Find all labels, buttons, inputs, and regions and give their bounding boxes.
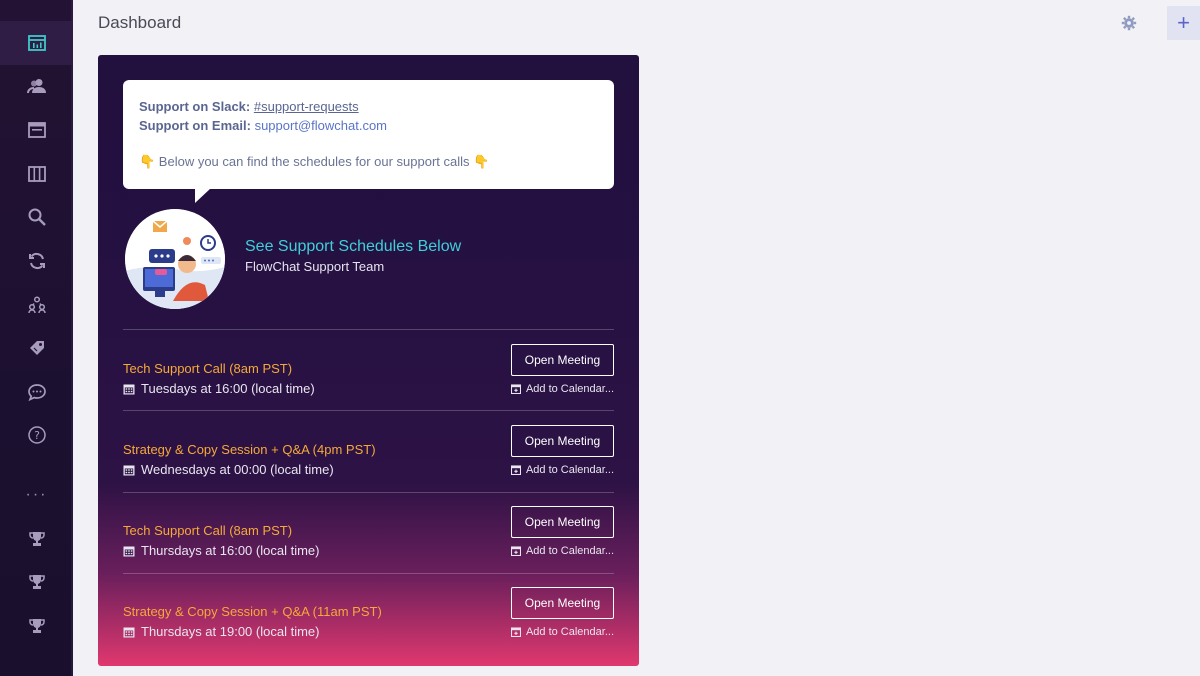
help-icon: ? — [27, 426, 46, 444]
trophy-icon — [28, 575, 45, 589]
session-row: Strategy & Copy Session + Q&A (4pm PST) … — [123, 425, 614, 506]
calendar-icon — [123, 546, 135, 556]
support-info-bubble: Support on Slack: #support-requests Supp… — [123, 80, 614, 203]
sidebar-item-network[interactable] — [0, 283, 73, 327]
slack-channel-link[interactable]: #support-requests — [254, 99, 359, 114]
sidebar: ? ··· — [0, 0, 73, 676]
sidebar-item-messages[interactable] — [0, 370, 73, 414]
schedule-note: 👇 Below you can find the schedules for o… — [139, 154, 490, 169]
email-line: Support on Email: support@flowchat.com — [139, 116, 598, 135]
session-time: Thursdays at 16:00 (local time) — [123, 543, 319, 558]
browser-window-icon — [27, 122, 46, 138]
session-title: Strategy & Copy Session + Q&A (11am PST) — [123, 604, 382, 619]
calendar-plus-icon — [510, 546, 521, 556]
open-meeting-button[interactable]: Open Meeting — [511, 506, 614, 538]
session-time-text: Thursdays at 16:00 (local time) — [141, 543, 320, 558]
sidebar-item-trophy-3[interactable] — [0, 604, 73, 648]
open-meeting-button[interactable]: Open Meeting — [511, 587, 614, 619]
page-title: Dashboard — [98, 13, 182, 32]
support-email-link[interactable]: support@flowchat.com — [255, 118, 387, 133]
session-title: Strategy & Copy Session + Q&A (4pm PST) — [123, 442, 376, 457]
plus-icon: + — [1177, 10, 1190, 35]
sidebar-item-help[interactable]: ? — [0, 413, 73, 457]
session-row: Strategy & Copy Session + Q&A (11am PST)… — [123, 587, 614, 666]
add-to-calendar-link[interactable]: Add to Calendar... — [510, 383, 614, 395]
calendar-plus-icon — [510, 627, 521, 637]
divider — [123, 573, 614, 574]
sidebar-item-boards[interactable] — [0, 152, 73, 196]
sidebar-item-trophy-1[interactable] — [0, 517, 73, 561]
session-time: Tuesdays at 16:00 (local time) — [123, 381, 315, 396]
team-title: See Support Schedules Below — [245, 238, 462, 255]
add-to-calendar-label: Add to Calendar... — [525, 626, 614, 638]
calendar-icon — [123, 384, 135, 394]
support-card: Support on Slack: #support-requests Supp… — [98, 55, 639, 666]
calendar-plus-icon — [510, 465, 521, 475]
tag-icon — [29, 341, 44, 355]
add-to-calendar-link[interactable]: Add to Calendar... — [510, 626, 614, 638]
svg-text:?: ? — [34, 429, 40, 442]
open-meeting-button[interactable]: Open Meeting — [511, 344, 614, 376]
users-icon — [26, 79, 46, 94]
email-label: Support on Email: — [139, 118, 251, 133]
sidebar-item-search[interactable] — [0, 195, 73, 239]
sidebar-item-pages[interactable] — [0, 108, 73, 152]
support-agent-illustration — [125, 209, 225, 309]
settings-button[interactable] — [1119, 13, 1139, 33]
sidebar-more[interactable]: ··· — [0, 486, 73, 504]
add-to-calendar-label: Add to Calendar... — [525, 464, 614, 476]
calendar-icon — [123, 627, 135, 637]
session-row: Tech Support Call (8am PST) Thursdays at… — [123, 506, 614, 587]
session-time: Wednesdays at 00:00 (local time) — [123, 462, 334, 477]
sidebar-item-tags[interactable] — [0, 326, 73, 370]
support-team-avatar — [125, 209, 225, 309]
sidebar-item-trophy-2[interactable] — [0, 560, 73, 604]
sidebar-item-users[interactable] — [0, 64, 73, 108]
columns-icon — [27, 166, 46, 182]
add-button[interactable]: + — [1167, 6, 1200, 40]
slack-label: Support on Slack: — [139, 99, 251, 114]
session-row: Tech Support Call (8am PST) Tuesdays at … — [123, 344, 614, 425]
search-icon — [28, 208, 46, 226]
sync-icon — [28, 252, 45, 270]
gear-icon — [1121, 15, 1137, 31]
slack-line: Support on Slack: #support-requests — [139, 97, 598, 116]
hierarchy-icon — [27, 296, 46, 314]
open-meeting-button[interactable]: Open Meeting — [511, 425, 614, 457]
calendar-icon — [123, 465, 135, 475]
session-title: Tech Support Call (8am PST) — [123, 523, 293, 538]
calendar-plus-icon — [510, 384, 521, 394]
sidebar-item-dashboard[interactable] — [0, 21, 73, 65]
sidebar-item-sync[interactable] — [0, 239, 73, 283]
session-time: Thursdays at 19:00 (local time) — [123, 624, 319, 639]
session-time-text: Wednesdays at 00:00 (local time) — [141, 462, 334, 477]
divider — [123, 329, 614, 330]
dashboard-icon — [27, 35, 46, 51]
divider — [123, 492, 614, 493]
add-to-calendar-label: Add to Calendar... — [525, 383, 614, 395]
session-title: Tech Support Call (8am PST) — [123, 361, 293, 376]
session-time-text: Tuesdays at 16:00 (local time) — [141, 381, 315, 396]
divider — [123, 410, 614, 411]
add-to-calendar-label: Add to Calendar... — [525, 545, 614, 557]
add-to-calendar-link[interactable]: Add to Calendar... — [510, 464, 614, 476]
trophy-icon — [28, 532, 45, 546]
chat-icon — [27, 384, 46, 402]
session-time-text: Thursdays at 19:00 (local time) — [141, 624, 320, 639]
team-subtitle: FlowChat Support Team — [245, 259, 385, 274]
add-to-calendar-link[interactable]: Add to Calendar... — [510, 545, 614, 557]
trophy-icon — [28, 619, 45, 633]
